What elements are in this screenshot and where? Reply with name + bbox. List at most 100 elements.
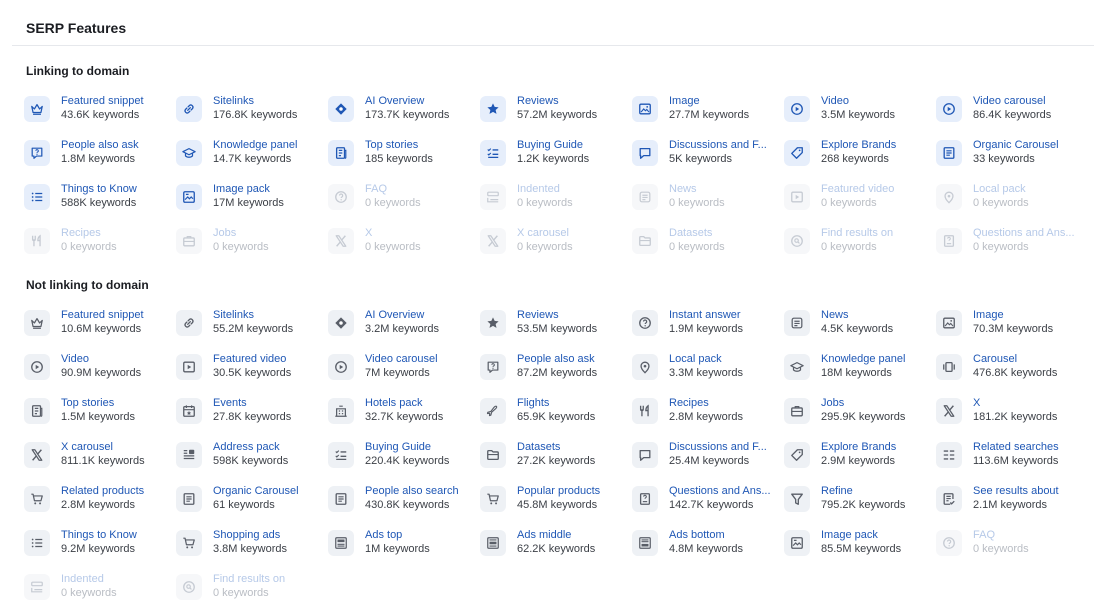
feature-item-notlinking-instant-answer[interactable]: Instant answer 1.9M keywords bbox=[632, 308, 784, 352]
feature-label[interactable]: AI Overview bbox=[365, 308, 439, 322]
feature-label[interactable]: Top stories bbox=[365, 138, 433, 152]
feature-label[interactable]: Popular products bbox=[517, 484, 600, 498]
feature-label[interactable]: Organic Carousel bbox=[973, 138, 1059, 152]
feature-label[interactable]: Sitelinks bbox=[213, 94, 297, 108]
feature-item-notlinking-questions-and-ans[interactable]: Questions and Ans... 142.7K keywords bbox=[632, 484, 784, 528]
feature-label[interactable]: See results about bbox=[973, 484, 1059, 498]
feature-item-notlinking-explore-brands[interactable]: Explore Brands 2.9M keywords bbox=[784, 440, 936, 484]
feature-item-linking-video-carousel[interactable]: Video carousel 86.4K keywords bbox=[936, 94, 1088, 138]
feature-item-notlinking-carousel[interactable]: Carousel 476.8K keywords bbox=[936, 352, 1088, 396]
feature-item-notlinking-image-pack[interactable]: Image pack 85.5M keywords bbox=[784, 528, 936, 572]
feature-label[interactable]: Related products bbox=[61, 484, 144, 498]
feature-label[interactable]: Image pack bbox=[213, 182, 284, 196]
feature-label[interactable]: Buying Guide bbox=[365, 440, 449, 454]
feature-item-notlinking-related-products[interactable]: Related products 2.8M keywords bbox=[24, 484, 176, 528]
feature-label[interactable]: Recipes bbox=[669, 396, 743, 410]
feature-label[interactable]: Buying Guide bbox=[517, 138, 589, 152]
feature-label[interactable]: Hotels pack bbox=[365, 396, 443, 410]
feature-item-notlinking-ads-bottom[interactable]: Ads bottom 4.8M keywords bbox=[632, 528, 784, 572]
feature-item-notlinking-sitelinks[interactable]: Sitelinks 55.2M keywords bbox=[176, 308, 328, 352]
feature-label[interactable]: Discussions and F... bbox=[669, 440, 767, 454]
feature-label[interactable]: Video bbox=[61, 352, 141, 366]
feature-item-notlinking-events[interactable]: Events 27.8K keywords bbox=[176, 396, 328, 440]
feature-item-notlinking-ads-middle[interactable]: Ads middle 62.2K keywords bbox=[480, 528, 632, 572]
feature-label[interactable]: Video carousel bbox=[365, 352, 438, 366]
feature-label[interactable]: Featured snippet bbox=[61, 308, 144, 322]
feature-label[interactable]: Reviews bbox=[517, 94, 597, 108]
feature-label[interactable]: Image bbox=[973, 308, 1053, 322]
feature-item-linking-image-pack[interactable]: Image pack 17M keywords bbox=[176, 182, 328, 226]
feature-item-notlinking-organic-carousel[interactable]: Organic Carousel 61 keywords bbox=[176, 484, 328, 528]
feature-item-notlinking-ai-overview[interactable]: AI Overview 3.2M keywords bbox=[328, 308, 480, 352]
feature-item-notlinking-related-searches[interactable]: Related searches 113.6M keywords bbox=[936, 440, 1088, 484]
feature-item-linking-ai-overview[interactable]: AI Overview 173.7K keywords bbox=[328, 94, 480, 138]
feature-label[interactable]: Things to Know bbox=[61, 182, 137, 196]
feature-item-notlinking-datasets[interactable]: Datasets 27.2K keywords bbox=[480, 440, 632, 484]
feature-label[interactable]: Flights bbox=[517, 396, 595, 410]
feature-item-notlinking-jobs[interactable]: Jobs 295.9K keywords bbox=[784, 396, 936, 440]
feature-item-linking-organic-carousel[interactable]: Organic Carousel 33 keywords bbox=[936, 138, 1088, 182]
feature-item-linking-knowledge-panel[interactable]: Knowledge panel 14.7K keywords bbox=[176, 138, 328, 182]
feature-item-notlinking-things-to-know[interactable]: Things to Know 9.2M keywords bbox=[24, 528, 176, 572]
feature-label[interactable]: Ads bottom bbox=[669, 528, 743, 542]
feature-label[interactable]: Top stories bbox=[61, 396, 135, 410]
feature-label[interactable]: Shopping ads bbox=[213, 528, 287, 542]
feature-item-notlinking-hotels-pack[interactable]: Hotels pack 32.7K keywords bbox=[328, 396, 480, 440]
feature-item-notlinking-people-also-search[interactable]: People also search 430.8K keywords bbox=[328, 484, 480, 528]
feature-item-notlinking-featured-video[interactable]: Featured video 30.5K keywords bbox=[176, 352, 328, 396]
feature-item-notlinking-knowledge-panel[interactable]: Knowledge panel 18M keywords bbox=[784, 352, 936, 396]
feature-label[interactable]: Video bbox=[821, 94, 895, 108]
feature-label[interactable]: Explore Brands bbox=[821, 138, 896, 152]
feature-item-notlinking-ads-top[interactable]: Ads top 1M keywords bbox=[328, 528, 480, 572]
feature-item-notlinking-news[interactable]: News 4.5K keywords bbox=[784, 308, 936, 352]
feature-label[interactable]: Instant answer bbox=[669, 308, 743, 322]
feature-item-linking-discussions-and-f[interactable]: Discussions and F... 5K keywords bbox=[632, 138, 784, 182]
feature-item-notlinking-top-stories[interactable]: Top stories 1.5M keywords bbox=[24, 396, 176, 440]
feature-item-notlinking-x[interactable]: X 181.2K keywords bbox=[936, 396, 1088, 440]
feature-label[interactable]: Refine bbox=[821, 484, 905, 498]
feature-label[interactable]: Explore Brands bbox=[821, 440, 896, 454]
feature-label[interactable]: X bbox=[973, 396, 1057, 410]
feature-item-linking-buying-guide[interactable]: Buying Guide 1.2K keywords bbox=[480, 138, 632, 182]
feature-item-linking-featured-snippet[interactable]: Featured snippet 43.6K keywords bbox=[24, 94, 176, 138]
feature-item-notlinking-image[interactable]: Image 70.3M keywords bbox=[936, 308, 1088, 352]
feature-label[interactable]: Knowledge panel bbox=[213, 138, 297, 152]
feature-item-linking-image[interactable]: Image 27.7M keywords bbox=[632, 94, 784, 138]
feature-label[interactable]: Ads middle bbox=[517, 528, 595, 542]
feature-item-notlinking-flights[interactable]: Flights 65.9K keywords bbox=[480, 396, 632, 440]
feature-label[interactable]: People also ask bbox=[517, 352, 597, 366]
feature-item-notlinking-buying-guide[interactable]: Buying Guide 220.4K keywords bbox=[328, 440, 480, 484]
feature-label[interactable]: Address pack bbox=[213, 440, 288, 454]
feature-label[interactable]: Datasets bbox=[517, 440, 595, 454]
feature-item-linking-people-also-ask[interactable]: People also ask 1.8M keywords bbox=[24, 138, 176, 182]
feature-label[interactable]: News bbox=[821, 308, 893, 322]
feature-item-notlinking-x-carousel[interactable]: X carousel 811.1K keywords bbox=[24, 440, 176, 484]
feature-item-notlinking-video-carousel[interactable]: Video carousel 7M keywords bbox=[328, 352, 480, 396]
feature-label[interactable]: Questions and Ans... bbox=[669, 484, 771, 498]
feature-label[interactable]: Events bbox=[213, 396, 291, 410]
feature-item-linking-reviews[interactable]: Reviews 57.2M keywords bbox=[480, 94, 632, 138]
feature-label[interactable]: People also ask bbox=[61, 138, 139, 152]
feature-label[interactable]: X carousel bbox=[61, 440, 145, 454]
feature-label[interactable]: Image bbox=[669, 94, 749, 108]
feature-label[interactable]: Sitelinks bbox=[213, 308, 293, 322]
feature-label[interactable]: Featured snippet bbox=[61, 94, 144, 108]
feature-item-notlinking-featured-snippet[interactable]: Featured snippet 10.6M keywords bbox=[24, 308, 176, 352]
feature-label[interactable]: Video carousel bbox=[973, 94, 1051, 108]
feature-label[interactable]: Jobs bbox=[821, 396, 905, 410]
feature-item-notlinking-video[interactable]: Video 90.9M keywords bbox=[24, 352, 176, 396]
feature-label[interactable]: Knowledge panel bbox=[821, 352, 905, 366]
feature-label[interactable]: Carousel bbox=[973, 352, 1057, 366]
feature-item-notlinking-recipes[interactable]: Recipes 2.8M keywords bbox=[632, 396, 784, 440]
feature-item-notlinking-reviews[interactable]: Reviews 53.5M keywords bbox=[480, 308, 632, 352]
feature-label[interactable]: Things to Know bbox=[61, 528, 137, 542]
feature-label[interactable]: Reviews bbox=[517, 308, 597, 322]
feature-label[interactable]: Ads top bbox=[365, 528, 430, 542]
feature-label[interactable]: Organic Carousel bbox=[213, 484, 299, 498]
feature-label[interactable]: Discussions and F... bbox=[669, 138, 767, 152]
feature-label[interactable]: People also search bbox=[365, 484, 459, 498]
feature-item-linking-sitelinks[interactable]: Sitelinks 176.8K keywords bbox=[176, 94, 328, 138]
feature-item-linking-explore-brands[interactable]: Explore Brands 268 keywords bbox=[784, 138, 936, 182]
feature-label[interactable]: Image pack bbox=[821, 528, 901, 542]
feature-item-notlinking-see-results-about[interactable]: See results about 2.1M keywords bbox=[936, 484, 1088, 528]
